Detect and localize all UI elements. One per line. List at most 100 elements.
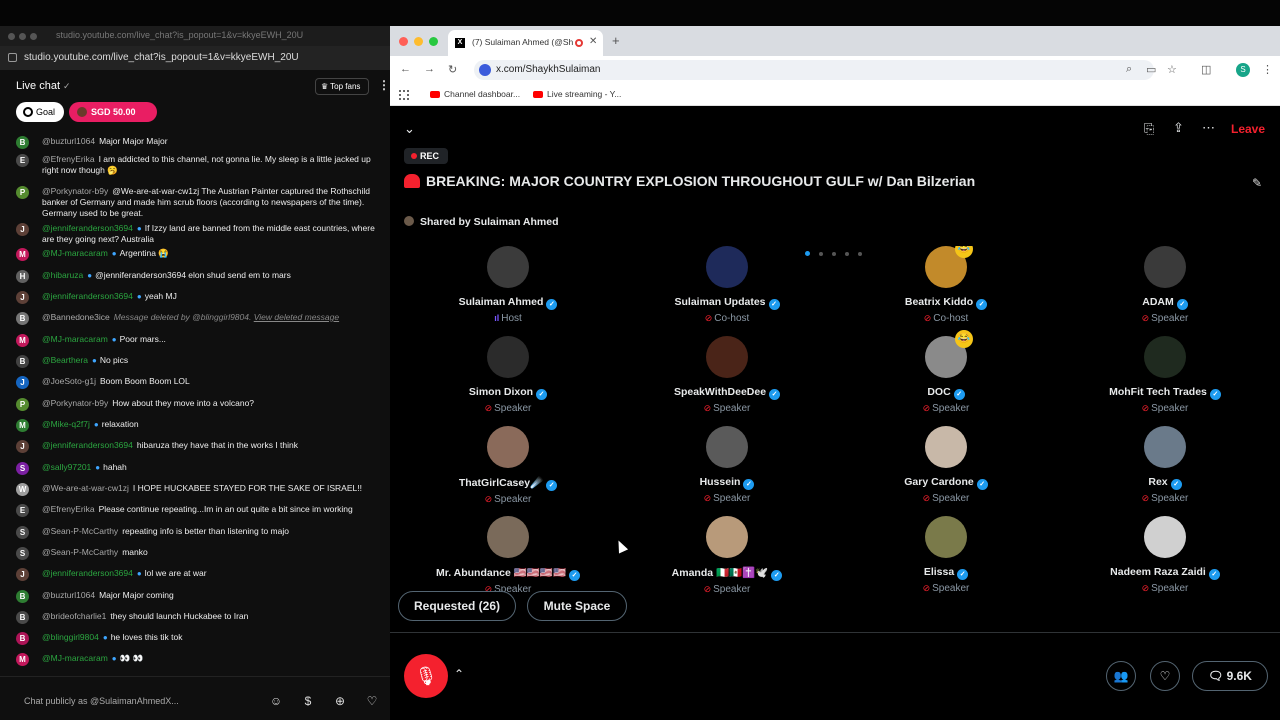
chat-author[interactable]: @jenniferanderson3694	[42, 223, 133, 233]
chat-author[interactable]: @JoeSoto-g1j	[42, 376, 96, 386]
chat-message[interactable]: B @buzturl1064 Major Major Major	[16, 136, 382, 149]
requested-button[interactable]: Requested (26)	[398, 591, 516, 621]
chat-avatar[interactable]: M	[16, 334, 29, 347]
zoom-icon[interactable]: ⌕	[1126, 63, 1132, 76]
heart-icon[interactable]: ♡	[364, 693, 380, 709]
close-tab-icon[interactable]: ✕	[589, 36, 597, 47]
cast-icon[interactable]: ▭	[1146, 63, 1156, 76]
mute-space-button[interactable]: Mute Space	[527, 591, 627, 621]
chat-message[interactable]: M @MJ-maracaram ● Argentina 😭	[16, 248, 382, 261]
participant-card[interactable]: Gary Cardone ✓ ⊘ Speaker	[866, 426, 1026, 504]
forward-icon[interactable]: →	[424, 63, 435, 75]
chat-author[interactable]: @jenniferanderson3694	[42, 568, 133, 578]
emoji-icon[interactable]: ☺	[268, 693, 284, 709]
chat-avatar[interactable]: B	[16, 632, 29, 645]
participant-card[interactable]: Elissa ✓ ⊘ Speaker	[866, 516, 1026, 594]
chat-author[interactable]: @hibaruza	[42, 270, 83, 280]
participant-card[interactable]: Mr. Abundance 🇺🇸🇺🇸🇺🇸🇺🇸 ✓ ⊘ Speaker	[428, 516, 588, 595]
side-panel-icon[interactable]: ◫	[1201, 63, 1211, 76]
close-window-icon[interactable]	[399, 37, 408, 46]
chat-avatar[interactable]: P	[16, 398, 29, 411]
participant-card[interactable]: SpeakWithDeeDee ✓ ⊘ Speaker	[647, 336, 807, 414]
maximize-window-icon[interactable]	[429, 37, 438, 46]
chat-avatar[interactable]: J	[16, 440, 29, 453]
chat-author[interactable]: @MJ-maracaram	[42, 653, 108, 663]
goal-button[interactable]: Goal	[16, 102, 64, 122]
chat-avatar[interactable]: S	[16, 526, 29, 539]
chat-avatar[interactable]: E	[16, 154, 29, 167]
clip-icon[interactable]: ⎘	[1144, 121, 1154, 137]
chat-message[interactable]: B @brideofcharlie1 they should launch Huck…	[16, 611, 382, 624]
chat-avatar[interactable]: B	[16, 590, 29, 603]
bookmark-channel-dashboard[interactable]: Channel dashboar...	[430, 89, 520, 99]
more-icon[interactable]: ⋯	[1202, 120, 1215, 136]
chat-author[interactable]: @buzturl1064	[42, 590, 95, 600]
chevron-up-icon[interactable]: ⌃	[454, 667, 464, 681]
chat-message[interactable]: P @Porkynator-b9y How about they move into…	[16, 398, 382, 411]
chat-title[interactable]: Live chat ✓	[16, 80, 71, 92]
chat-author[interactable]: @EfrenyErika	[42, 154, 95, 164]
chat-avatar[interactable]: S	[16, 462, 29, 475]
chat-message[interactable]: J @jenniferanderson3694 ● lol we are at war	[16, 568, 382, 581]
chat-message[interactable]: S @sally97201 ● hahah	[16, 462, 382, 475]
chat-author[interactable]: @blinggirl9804	[42, 632, 99, 642]
chat-avatar[interactable]: P	[16, 186, 29, 199]
chat-message[interactable]: J @jenniferanderson3694 hibaruza they have…	[16, 440, 382, 453]
chat-author[interactable]: @Bannedone3ice	[42, 312, 110, 322]
bookmark-star-icon[interactable]: ☆	[1167, 63, 1177, 76]
chat-message[interactable]: W @We-are-at-war-cw1zj I HOPE HUCKABEE STA…	[16, 483, 382, 496]
apps-grid-icon[interactable]	[399, 90, 409, 100]
top-fans-button[interactable]: ♛ Top fans	[315, 78, 369, 95]
reload-icon[interactable]: ↻	[448, 63, 457, 76]
chat-avatar[interactable]: J	[16, 568, 29, 581]
chat-input[interactable]: Chat publicly as @SulaimanAhmedX...	[24, 696, 179, 706]
new-tab-icon[interactable]: +	[612, 33, 620, 48]
chat-message[interactable]: P @Porkynator-b9y @We-are-at-war-cw1zj The…	[16, 186, 382, 219]
shared-by[interactable]: Shared by Sulaiman Ahmed	[404, 216, 558, 228]
chat-message[interactable]: B @Bannedone3ice Message deleted by @bling…	[16, 312, 382, 325]
chat-avatar[interactable]: S	[16, 547, 29, 560]
participant-card[interactable]: Nadeem Raza Zaidi ✓ ⊘ Speaker	[1085, 516, 1245, 594]
chat-message[interactable]: B @Bearthera ● No pics	[16, 355, 382, 368]
page-info-icon[interactable]	[8, 53, 17, 62]
comments-count-button[interactable]: 🗨 9.6K	[1192, 661, 1268, 691]
participant-card[interactable]: 😂 Beatrix Kiddo ✓ ⊘ Co-host	[866, 246, 1026, 324]
view-deleted-link[interactable]: View deleted message	[254, 312, 339, 322]
chat-message[interactable]: M @MJ-maracaram ● Poor mars...	[16, 334, 382, 347]
minimize-window-icon[interactable]	[414, 37, 423, 46]
chat-author[interactable]: @Sean-P-McCarthy	[42, 547, 118, 557]
url-bar[interactable]: studio.youtube.com/live_chat?is_popout=1…	[0, 46, 390, 70]
share-icon[interactable]: ⇪	[1173, 120, 1184, 136]
chat-avatar[interactable]: J	[16, 376, 29, 389]
chat-author[interactable]: @buzturl1064	[42, 136, 95, 146]
chat-message[interactable]: H @hibaruza ● @jenniferanderson3694 elon sh…	[16, 270, 382, 283]
chat-avatar[interactable]: H	[16, 270, 29, 283]
chat-author[interactable]: @Sean-P-McCarthy	[42, 526, 118, 536]
chat-message[interactable]: B @blinggirl9804 ● he loves this tik tok	[16, 632, 382, 645]
participant-card[interactable]: ADAM ✓ ⊘ Speaker	[1085, 246, 1245, 324]
address-bar[interactable]: x.com/ShaykhSulaiman	[474, 60, 1154, 80]
chat-author[interactable]: @We-are-at-war-cw1zj	[42, 483, 129, 493]
chat-author[interactable]: @jenniferanderson3694	[42, 291, 133, 301]
chat-author[interactable]: @Porkynator-b9y	[42, 398, 108, 408]
chat-avatar[interactable]: B	[16, 355, 29, 368]
back-icon[interactable]: ←	[400, 63, 411, 75]
chat-message[interactable]: E @EfrenyErika I am addicted to this chann…	[16, 154, 382, 176]
chat-author[interactable]: @Bearthera	[42, 355, 88, 365]
profile-avatar[interactable]: S	[1236, 63, 1250, 77]
participant-card[interactable]: Simon Dixon ✓ ⊘ Speaker	[428, 336, 588, 414]
participant-card[interactable]: Sulaiman Ahmed ✓ ıl Host	[428, 246, 588, 324]
collapse-chevron-icon[interactable]: ⌄	[404, 121, 415, 137]
tab-x-space[interactable]: X (7) Sulaiman Ahmed (@Sh ✕	[448, 30, 603, 56]
chat-message[interactable]: S @Sean-P-McCarthy manko	[16, 547, 382, 560]
chat-author[interactable]: @Mike-q2f7j	[42, 419, 90, 429]
chat-message[interactable]: M @MJ-maracaram ● 👀 👀	[16, 653, 382, 666]
chat-avatar[interactable]: W	[16, 483, 29, 496]
add-icon[interactable]: ⊕	[332, 693, 348, 709]
chat-author[interactable]: @EfrenyErika	[42, 504, 95, 514]
chat-author[interactable]: @MJ-maracaram	[42, 334, 108, 344]
chat-avatar[interactable]: M	[16, 248, 29, 261]
chat-author[interactable]: @MJ-maracaram	[42, 248, 108, 258]
chat-avatar[interactable]: M	[16, 419, 29, 432]
site-info-icon[interactable]	[479, 64, 491, 76]
